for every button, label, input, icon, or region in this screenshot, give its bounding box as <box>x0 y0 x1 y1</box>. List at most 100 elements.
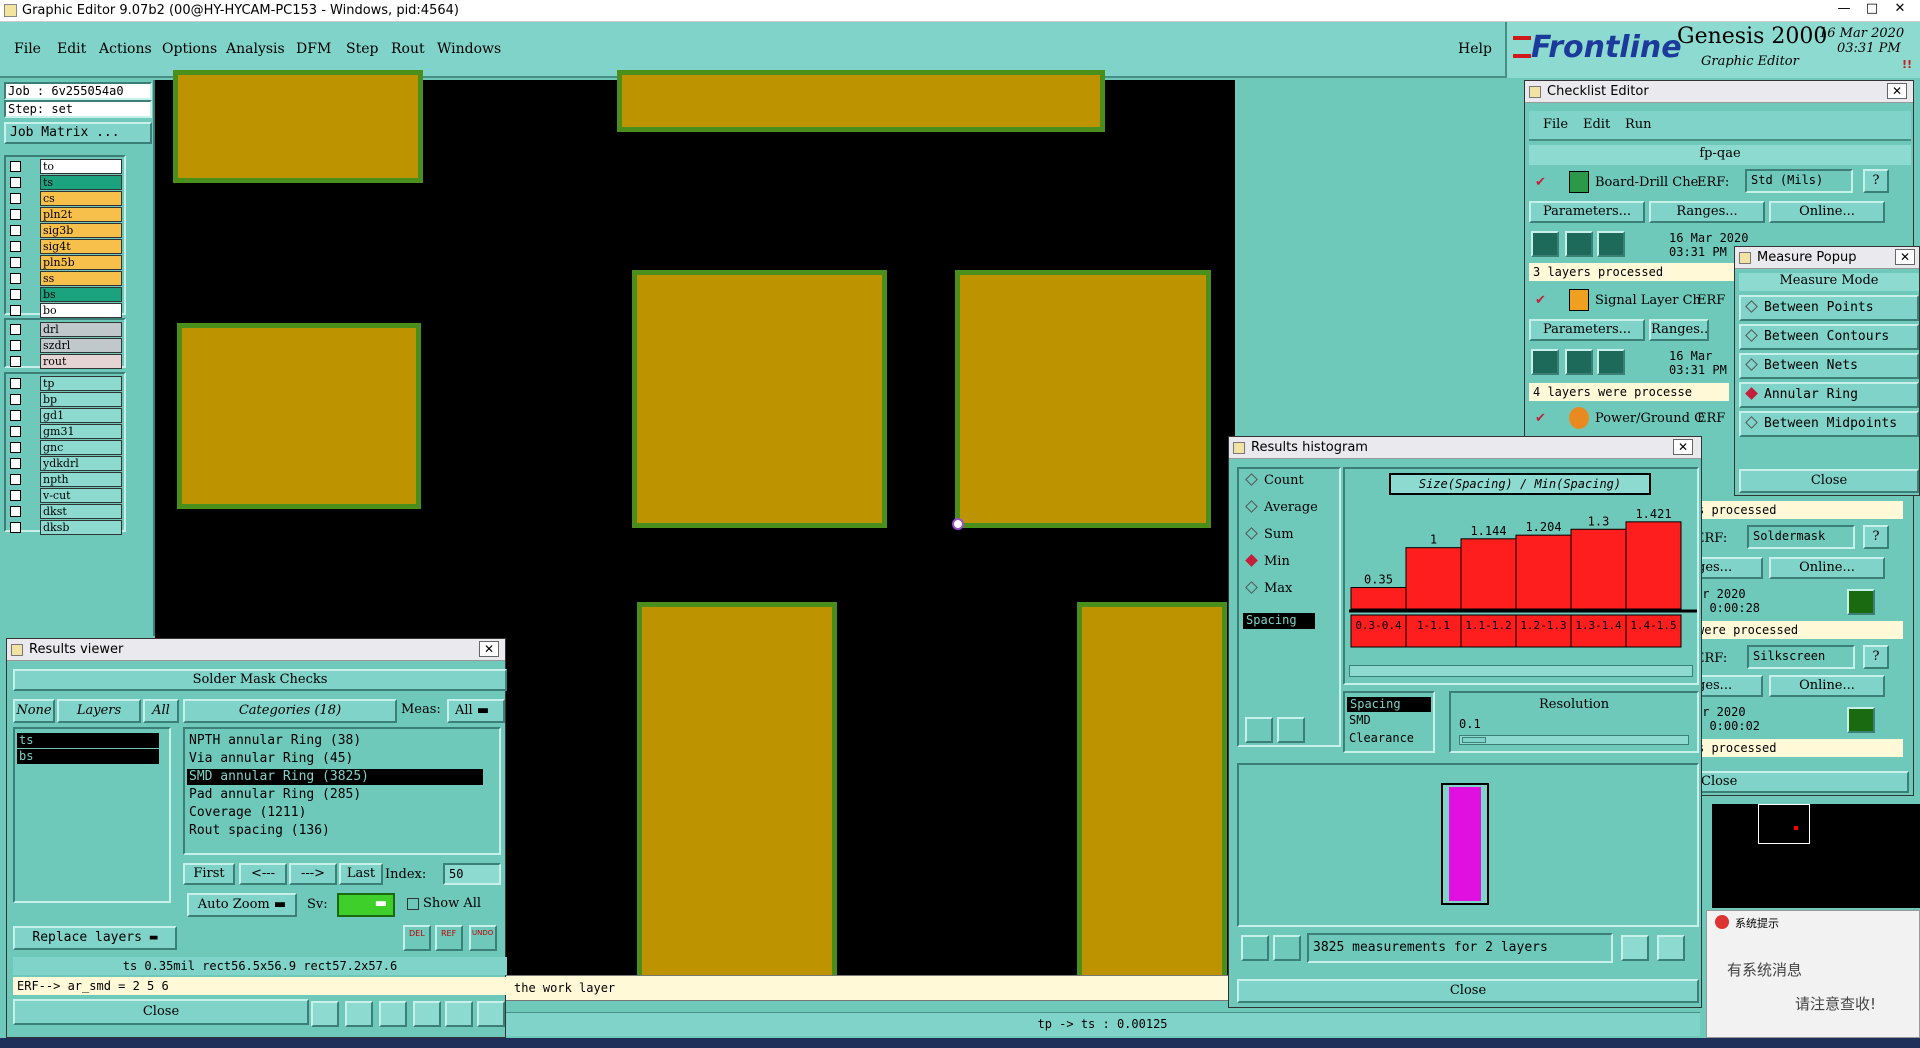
layer-checkbox[interactable] <box>10 394 21 405</box>
layer-row-to[interactable]: to <box>8 159 125 174</box>
category-item[interactable]: Rout spacing (136) <box>187 823 483 839</box>
layer-row-ts[interactable]: ts <box>8 175 125 190</box>
histogram-bar[interactable] <box>1625 521 1682 610</box>
erf-value[interactable]: Silkscreen <box>1747 645 1855 669</box>
measure-mode-option[interactable]: Annular Ring <box>1739 382 1919 408</box>
replace-layers-dropdown[interactable]: Replace layers ▬ <box>13 926 177 950</box>
help-icon[interactable]: ? <box>1863 525 1889 549</box>
erf-value[interactable]: Soldermask <box>1747 525 1855 549</box>
slider-handle[interactable] <box>1462 737 1486 743</box>
checklist-menu-edit[interactable]: Edit <box>1583 117 1610 132</box>
layer-checkbox[interactable] <box>10 241 21 252</box>
maximize-icon[interactable]: □ <box>1858 0 1886 20</box>
run-icon[interactable] <box>1565 349 1593 375</box>
checklist-menu-file[interactable]: File <box>1543 117 1568 132</box>
next-button[interactable]: ---> <box>289 863 337 885</box>
list-item[interactable]: ts <box>17 733 159 748</box>
layer-row-dksb[interactable]: dksb <box>8 520 125 535</box>
layer-row-ss[interactable]: ss <box>8 271 125 286</box>
close-icon[interactable]: ✕ <box>1673 439 1693 455</box>
layers-button[interactable]: Layers <box>57 699 141 723</box>
layer-row-gd1[interactable]: gd1 <box>8 408 125 423</box>
layer-checkbox[interactable] <box>10 289 21 300</box>
clear-icon[interactable] <box>379 1001 407 1027</box>
category-item[interactable]: Pad annular Ring (285) <box>187 787 483 803</box>
layer-checkbox[interactable] <box>10 522 21 533</box>
layer-checkbox[interactable] <box>10 378 21 389</box>
menu-options[interactable]: Options <box>162 41 217 57</box>
layer-row-tp[interactable]: tp <box>8 376 125 391</box>
layer-row-szdrl[interactable]: szdrl <box>8 338 125 353</box>
help-icon[interactable]: ? <box>1863 645 1889 669</box>
aggregation-option[interactable]: Sum <box>1245 527 1294 542</box>
alert-flag[interactable]: !! <box>1902 58 1912 71</box>
checkmark-icon[interactable]: ✔ <box>1535 411 1546 426</box>
run-icon[interactable] <box>1565 231 1593 257</box>
last-button[interactable]: Last <box>339 863 383 885</box>
measure-mode-option[interactable]: Between Contours <box>1739 324 1919 350</box>
run-icon[interactable] <box>1531 349 1559 375</box>
layer-checkbox[interactable] <box>10 161 21 172</box>
layer-row-gnc[interactable]: gnc <box>8 440 125 455</box>
checkmark-icon[interactable]: ✔ <box>1535 175 1546 190</box>
layer-checkbox[interactable] <box>10 506 21 517</box>
list-item[interactable]: Spacing <box>1243 613 1315 629</box>
list-icon[interactable] <box>445 1001 473 1027</box>
menu-actions[interactable]: Actions <box>99 41 152 57</box>
measure-mode-option[interactable]: Between Nets <box>1739 353 1919 379</box>
online-button[interactable]: Online... <box>1769 201 1885 223</box>
ranges-button[interactable]: Ranges... <box>1649 319 1709 341</box>
check-item-name[interactable]: Signal Layer Ch <box>1595 293 1701 308</box>
aggregation-option[interactable]: Min <box>1245 554 1290 569</box>
chart-icon[interactable] <box>477 1001 505 1027</box>
layer-row-bp[interactable]: bp <box>8 392 125 407</box>
results-close-button[interactable]: Close <box>13 999 309 1025</box>
category-item[interactable]: Via annular Ring (45) <box>187 751 483 767</box>
histogram-bar[interactable] <box>1515 534 1572 610</box>
category-item[interactable]: Coverage (1211) <box>187 805 483 821</box>
notification-popup[interactable]: 系统提示 有系统消息 请注意查收! <box>1706 910 1920 1038</box>
delete-icon[interactable] <box>1241 935 1269 961</box>
menu-dfm[interactable]: DFM <box>296 41 331 57</box>
run-icon[interactable] <box>1531 231 1559 257</box>
report-icon[interactable] <box>1657 935 1685 961</box>
layer-row-pln2t[interactable]: pln2t <box>8 207 125 222</box>
check-item-name[interactable]: Board-Drill Che <box>1595 175 1698 190</box>
category-item[interactable]: SMD annular Ring (3825) <box>187 769 483 785</box>
categories-button[interactable]: Categories (18) <box>183 699 397 723</box>
layer-checkbox[interactable] <box>10 426 21 437</box>
layer-checkbox[interactable] <box>10 177 21 188</box>
report-icon[interactable] <box>345 1001 373 1027</box>
run-icon[interactable] <box>1597 231 1625 257</box>
meas-dropdown[interactable]: All ▬ <box>447 699 505 723</box>
parameters-button[interactable]: Parameters... <box>1529 319 1645 341</box>
index-input[interactable]: 50 <box>443 863 501 885</box>
layer-checkbox[interactable] <box>10 193 21 204</box>
all-button[interactable]: All <box>143 699 179 723</box>
severity-dropdown[interactable]: ▬ <box>337 893 395 917</box>
layer-row-v-cut[interactable]: v-cut <box>8 488 125 503</box>
job-matrix-button[interactable]: Job Matrix ... <box>4 122 152 144</box>
layers-list[interactable]: ts bs <box>13 727 171 903</box>
layer-checkbox[interactable] <box>10 305 21 316</box>
aggregation-option[interactable]: Average <box>1245 500 1318 515</box>
menu-help[interactable]: Help <box>1458 41 1492 57</box>
list-item[interactable]: Spacing <box>1347 697 1431 712</box>
checkmark-icon[interactable]: ✔ <box>1535 293 1546 308</box>
layer-checkbox[interactable] <box>10 340 21 351</box>
layer-row-sig4t[interactable]: sig4t <box>8 239 125 254</box>
online-button[interactable]: Online... <box>1769 557 1885 579</box>
close-icon[interactable]: ✕ <box>1895 249 1915 265</box>
none-button[interactable]: None <box>13 699 55 723</box>
categories-list[interactable]: NPTH annular Ring (38) Via annular Ring (… <box>183 727 501 855</box>
histogram-bar[interactable] <box>1350 587 1407 610</box>
aggregation-option[interactable]: Count <box>1245 473 1304 488</box>
layer-checkbox[interactable] <box>10 273 21 284</box>
layer-checkbox[interactable] <box>10 458 21 469</box>
layer-checkbox[interactable] <box>10 225 21 236</box>
layer-row-gm31[interactable]: gm31 <box>8 424 125 439</box>
refresh-icon[interactable] <box>1277 717 1305 743</box>
refresh-icon[interactable] <box>1273 935 1301 961</box>
layer-checkbox[interactable] <box>10 356 21 367</box>
list-item[interactable]: Clearance <box>1349 731 1414 745</box>
